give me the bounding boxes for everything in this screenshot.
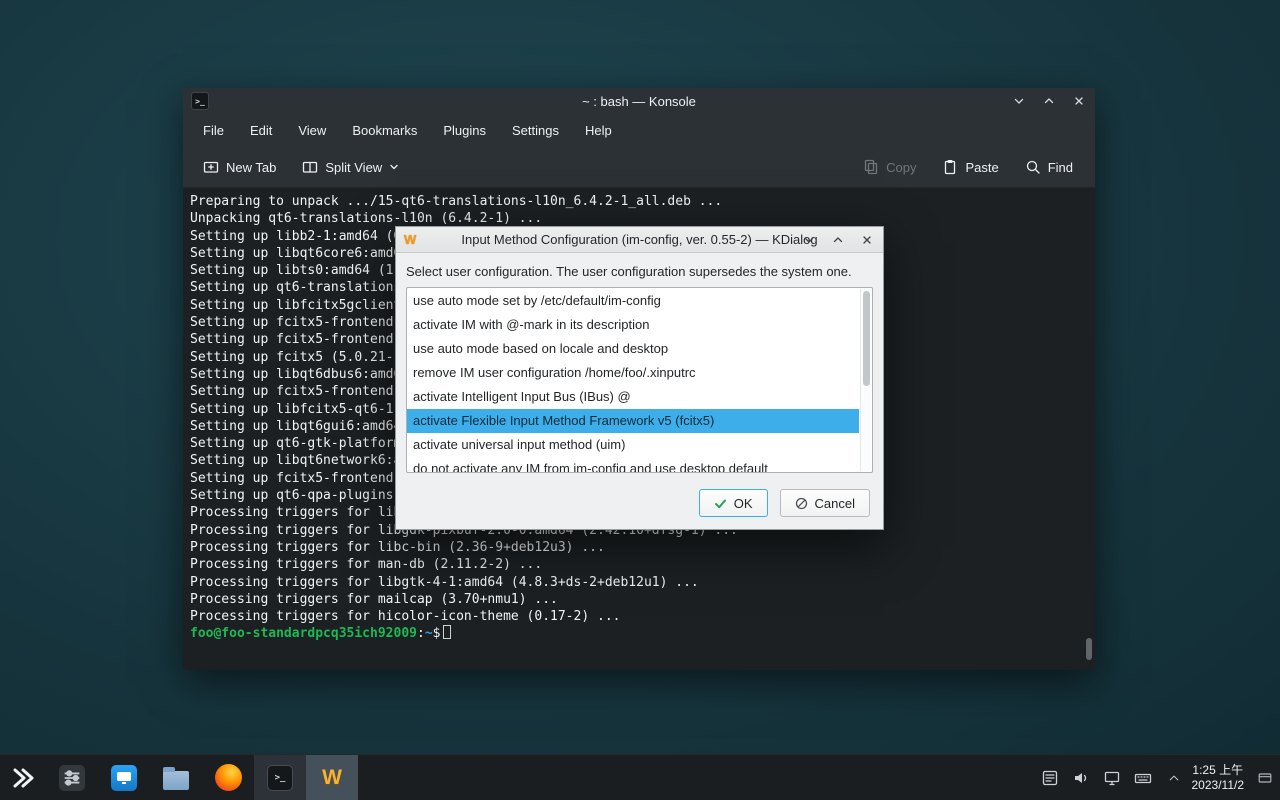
task-display-app[interactable]: [98, 755, 150, 800]
cancel-label: Cancel: [815, 496, 855, 511]
taskbar: >_ W 1:25 上午 2023/11/2: [0, 754, 1280, 800]
expand-tray-icon[interactable]: [1164, 768, 1184, 788]
list-item[interactable]: do not activate any IM from im-config an…: [407, 457, 859, 473]
terminal-line: Processing triggers for libc-bin (2.36-9…: [190, 539, 1095, 556]
launcher-icon: [9, 764, 37, 792]
kdialog-app-icon: W: [404, 232, 416, 247]
keyboard-icon[interactable]: [1133, 768, 1153, 788]
paste-icon: [942, 159, 958, 175]
paste-label: Paste: [965, 160, 998, 175]
copy-label: Copy: [886, 160, 916, 175]
new-tab-button[interactable]: New Tab: [197, 153, 282, 181]
task-konsole[interactable]: >_: [254, 755, 306, 800]
close-icon[interactable]: [1071, 93, 1087, 109]
terminal-line: Processing triggers for hicolor-icon-the…: [190, 608, 1095, 625]
sliders-icon: [59, 765, 85, 791]
maximize-icon[interactable]: [1041, 93, 1057, 109]
clock[interactable]: 1:25 上午 2023/11/2: [1192, 763, 1245, 793]
kdialog-window: W Input Method Configuration (im-config,…: [395, 226, 884, 530]
copy-icon: [863, 159, 879, 175]
new-tab-label: New Tab: [226, 160, 276, 175]
prompt-symbol: $: [433, 626, 441, 641]
check-icon: [714, 497, 727, 510]
terminal-line: Unpacking qt6-translations-l10n (6.4.2-1…: [190, 210, 1095, 227]
konsole-task-icon: >_: [267, 765, 293, 791]
dialog-button-box: OK Cancel: [699, 489, 870, 517]
kdialog-task-icon: W: [322, 766, 342, 790]
volume-icon[interactable]: [1071, 768, 1091, 788]
find-label: Find: [1048, 160, 1073, 175]
panel-icon: [1257, 770, 1273, 786]
dialog-maximize-icon[interactable]: [830, 232, 846, 248]
terminal-line: Processing triggers for libgtk-4-1:amd64…: [190, 574, 1095, 591]
terminal-line: Processing triggers for man-db (2.11.2-2…: [190, 556, 1095, 573]
cancel-icon: [795, 497, 808, 510]
dialog-instruction: Select user configuration. The user conf…: [396, 253, 883, 287]
system-tray: [1040, 768, 1184, 788]
split-view-button[interactable]: Split View: [296, 153, 405, 181]
konsole-app-icon: >_: [191, 92, 209, 110]
firefox-icon: [215, 764, 242, 791]
paste-button[interactable]: Paste: [936, 153, 1004, 181]
terminal-cursor: [443, 625, 451, 639]
notifications-icon[interactable]: [1040, 768, 1060, 788]
find-button[interactable]: Find: [1019, 153, 1079, 181]
task-system-tool[interactable]: [46, 755, 98, 800]
list-item[interactable]: use auto mode set by /etc/default/im-con…: [407, 289, 859, 313]
im-config-option-list: use auto mode set by /etc/default/im-con…: [406, 287, 873, 473]
clock-date: 2023/11/2: [1192, 778, 1245, 793]
task-kdialog[interactable]: W: [306, 755, 358, 800]
minimize-icon[interactable]: [1011, 93, 1027, 109]
list-item[interactable]: remove IM user configuration /home/foo/.…: [407, 361, 859, 385]
list-item-selected[interactable]: activate Flexible Input Method Framework…: [407, 409, 859, 433]
ok-button[interactable]: OK: [699, 489, 768, 517]
menu-help[interactable]: Help: [572, 114, 625, 147]
prompt-path: ~: [425, 626, 433, 641]
terminal-line: Preparing to unpack .../15-qt6-translati…: [190, 193, 1095, 210]
konsole-window-title: ~ : bash — Konsole: [183, 94, 1095, 109]
cancel-button[interactable]: Cancel: [780, 489, 870, 517]
menu-plugins[interactable]: Plugins: [430, 114, 499, 147]
new-tab-icon: [203, 159, 219, 175]
menu-file[interactable]: File: [190, 114, 237, 147]
desktop: >_ ~ : bash — Konsole File Edit View Boo…: [0, 0, 1280, 800]
list-scrollbar[interactable]: [860, 289, 871, 471]
prompt-user-host: foo@foo-standardpcq35ich92009: [190, 626, 417, 641]
list-item[interactable]: use auto mode based on locale and deskto…: [407, 337, 859, 361]
search-icon: [1025, 159, 1041, 175]
menu-edit[interactable]: Edit: [237, 114, 285, 147]
task-file-manager[interactable]: [150, 755, 202, 800]
list-item[interactable]: activate universal input method (uim): [407, 433, 859, 457]
konsole-menubar: File Edit View Bookmarks Plugins Setting…: [183, 114, 1095, 147]
dialog-close-icon[interactable]: [859, 232, 875, 248]
show-desktop-button[interactable]: [1254, 755, 1276, 800]
menu-view[interactable]: View: [285, 114, 339, 147]
konsole-titlebar[interactable]: >_ ~ : bash — Konsole: [183, 88, 1095, 114]
list-item[interactable]: activate IM with @-mark in its descripti…: [407, 313, 859, 337]
terminal-line: Processing triggers for mailcap (3.70+nm…: [190, 591, 1095, 608]
menu-bookmarks[interactable]: Bookmarks: [339, 114, 430, 147]
task-firefox[interactable]: [202, 755, 254, 800]
copy-button[interactable]: Copy: [857, 153, 922, 181]
monitor-app-icon: [111, 765, 137, 791]
kdialog-titlebar[interactable]: W Input Method Configuration (im-config,…: [396, 227, 883, 253]
list-scrollbar-thumb[interactable]: [863, 291, 870, 386]
folder-icon: [163, 771, 189, 790]
list-item[interactable]: activate Intelligent Input Bus (IBus) @: [407, 385, 859, 409]
display-settings-icon[interactable]: [1102, 768, 1122, 788]
split-view-label: Split View: [325, 160, 382, 175]
terminal-scrollbar[interactable]: [1086, 638, 1092, 660]
prompt-separator: :: [417, 626, 425, 641]
dialog-minimize-icon[interactable]: [801, 232, 817, 248]
shell-prompt: foo@foo-standardpcq35ich92009:~$: [190, 625, 1095, 642]
app-launcher-button[interactable]: [0, 755, 46, 800]
chevron-down-icon: [389, 162, 399, 172]
split-view-icon: [302, 159, 318, 175]
ok-label: OK: [734, 496, 753, 511]
menu-settings[interactable]: Settings: [499, 114, 572, 147]
konsole-toolbar: New Tab Split View Copy: [183, 147, 1095, 188]
clock-time: 1:25 上午: [1192, 763, 1245, 778]
